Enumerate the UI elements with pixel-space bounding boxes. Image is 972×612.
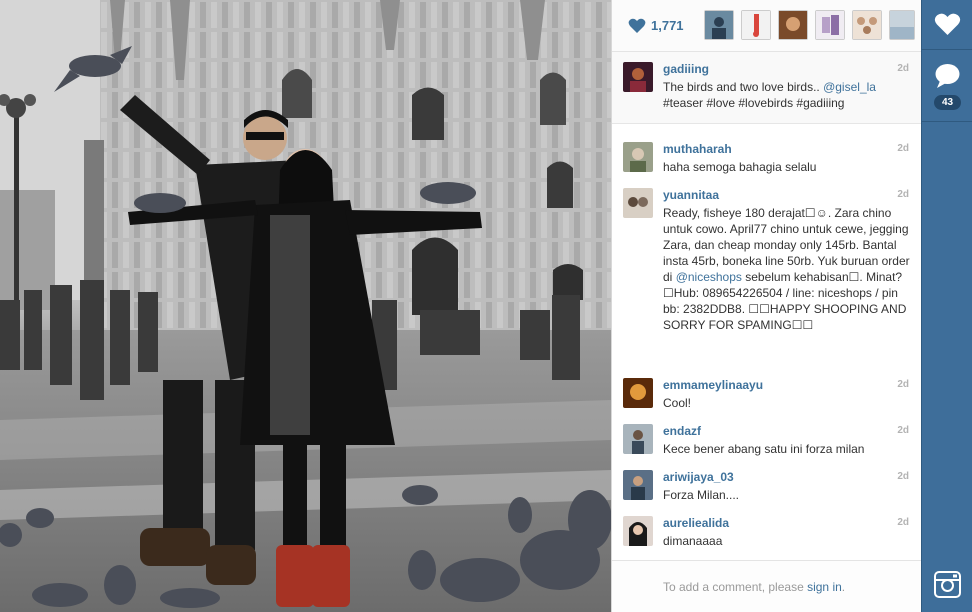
comment-username[interactable]: aureliealida bbox=[663, 516, 729, 530]
liker-avatar[interactable] bbox=[815, 10, 845, 40]
comments-panel: 1,771 gadiiing 2d The birds and two love… bbox=[611, 0, 922, 612]
comment-text: The birds and two love birds.. @gisel_la… bbox=[663, 80, 876, 110]
comment-username[interactable]: ariwijaya_03 bbox=[663, 470, 734, 484]
comment-username[interactable]: emmameylinaayu bbox=[663, 378, 763, 392]
heart-icon[interactable] bbox=[628, 18, 646, 34]
comment-text: dimanaaaa bbox=[663, 534, 723, 548]
liker-avatar[interactable] bbox=[778, 10, 808, 40]
comment-text: haha semoga bahagia selalu bbox=[663, 160, 817, 174]
comment-item: endazf 2d Kece bener abang satu ini forz… bbox=[612, 414, 922, 456]
comment-time: 2d bbox=[897, 63, 909, 74]
like-count[interactable]: 1,771 bbox=[651, 18, 684, 33]
photo-scene bbox=[0, 0, 611, 612]
liker-avatar[interactable] bbox=[741, 10, 771, 40]
comment-item: ariwijaya_03 2d Forza Milan.... bbox=[612, 460, 922, 502]
like-button[interactable] bbox=[922, 0, 972, 50]
comment-text: Forza Milan.... bbox=[663, 488, 740, 502]
caption: gadiiing 2d The birds and two love birds… bbox=[612, 52, 922, 124]
avatar[interactable] bbox=[623, 424, 653, 454]
speech-bubble-icon[interactable] bbox=[922, 50, 972, 94]
avatar[interactable] bbox=[623, 470, 653, 500]
comment-username[interactable]: yuannitaa bbox=[663, 188, 719, 202]
avatar[interactable] bbox=[623, 142, 653, 172]
avatar[interactable] bbox=[623, 516, 653, 546]
comment-time: 2d bbox=[897, 379, 909, 390]
avatar[interactable] bbox=[623, 188, 653, 218]
comment-list[interactable]: gadiiing 2d The birds and two love birds… bbox=[612, 52, 922, 560]
comment-text: Kece bener abang satu ini forza milan bbox=[663, 442, 865, 456]
post-photo[interactable] bbox=[0, 0, 611, 612]
liker-avatar[interactable] bbox=[704, 10, 734, 40]
comment-text: Cool! bbox=[663, 396, 692, 410]
action-rail: 43 bbox=[921, 0, 972, 612]
comment-time: 2d bbox=[897, 517, 909, 528]
comment-item: aureliealida 2d dimanaaaa bbox=[612, 506, 922, 548]
comment-time: 2d bbox=[897, 143, 909, 154]
comment-time: 2d bbox=[897, 425, 909, 436]
add-comment-prompt: To add a comment, please sign in. bbox=[612, 560, 922, 612]
comment-item: yuannitaa 2d Ready, fisheye 180 derajat☐… bbox=[612, 178, 922, 358]
sign-in-link[interactable]: sign in bbox=[807, 580, 842, 594]
instagram-icon[interactable] bbox=[934, 571, 961, 598]
comment-item: savvaoltft bbox=[612, 552, 922, 560]
comment-time: 2d bbox=[897, 471, 909, 482]
likes-bar: 1,771 bbox=[612, 0, 922, 52]
comment-text: Ready, fisheye 180 derajat☐☺. Zara chino… bbox=[663, 206, 910, 332]
avatar[interactable] bbox=[623, 62, 653, 92]
mention-link[interactable]: @niceshops bbox=[676, 270, 742, 284]
comment-button[interactable] bbox=[922, 50, 972, 122]
mention-link[interactable]: @gisel_la bbox=[823, 80, 876, 94]
comment-username[interactable]: muthaharah bbox=[663, 142, 732, 156]
comment-count-badge: 43 bbox=[934, 95, 961, 110]
liker-avatar[interactable] bbox=[852, 10, 882, 40]
liker-avatar[interactable] bbox=[889, 10, 915, 40]
comment-item: muthaharah 2d haha semoga bahagia selalu bbox=[612, 132, 922, 174]
comment-username[interactable]: endazf bbox=[663, 424, 701, 438]
avatar[interactable] bbox=[623, 378, 653, 408]
comment-time: 2d bbox=[897, 189, 909, 200]
comment-username[interactable]: gadiiing bbox=[663, 62, 709, 76]
heart-icon[interactable] bbox=[922, 0, 972, 50]
comment-item: emmameylinaayu 2d Cool! bbox=[612, 368, 922, 410]
